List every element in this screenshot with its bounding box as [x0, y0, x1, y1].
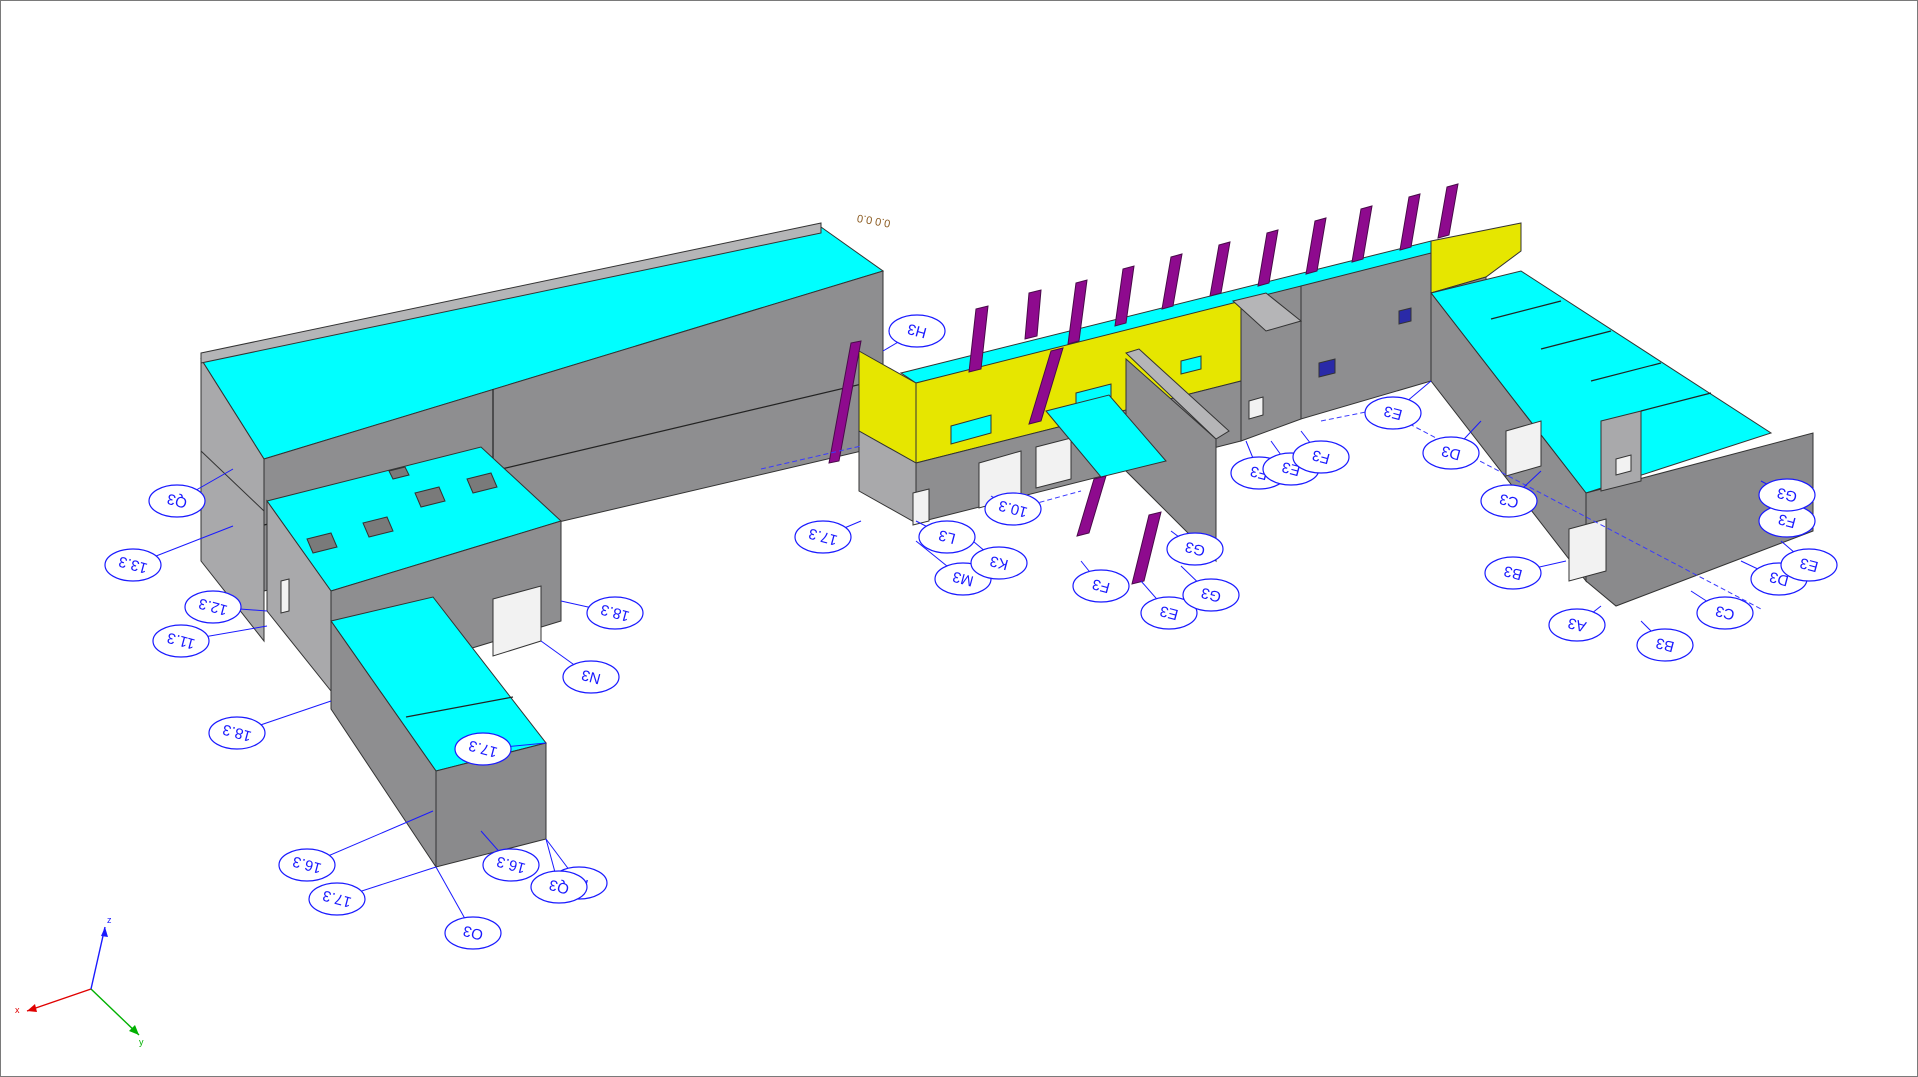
annotation-text: 0.0 0.0: [856, 211, 891, 229]
grid-bubble: G3: [1758, 478, 1816, 512]
grid-bubble: F3: [1072, 560, 1130, 603]
3d-viewport[interactable]: Q313.312.311.318.317.316.317.316.3P3O3Q3…: [0, 0, 1918, 1077]
grid-bubble: G3: [1180, 565, 1240, 612]
door-icon: [280, 578, 290, 614]
column: [1131, 511, 1162, 585]
grid-bubble: C3: [1690, 590, 1754, 630]
column: [1305, 217, 1327, 275]
axis-z-label: z: [107, 915, 112, 925]
grid-bubble: N3: [540, 640, 620, 694]
grid-bubble: B3: [1636, 620, 1694, 662]
door-icon: [912, 488, 930, 526]
center-section: [858, 222, 1522, 563]
column: [1257, 229, 1279, 287]
grid-bubble: 18.3: [560, 596, 644, 630]
door-icon: [1568, 518, 1607, 582]
column: [1209, 241, 1231, 297]
grid-bubble: E3: [1780, 540, 1838, 582]
grid-bubble: O3: [435, 866, 502, 950]
column: [1076, 475, 1107, 537]
column: [1161, 253, 1183, 310]
door-icon: [1505, 420, 1542, 477]
column: [1437, 183, 1459, 239]
column: [1351, 205, 1373, 263]
door-icon: [1035, 437, 1072, 489]
axis-triad: x y z: [15, 915, 144, 1047]
door-icon: [1248, 396, 1264, 420]
axis-x-label: x: [15, 1005, 20, 1015]
grid-bubble: 10.3: [984, 492, 1042, 526]
door-icon: [1615, 454, 1632, 476]
grid-bubble: H3: [882, 314, 946, 352]
right-wing-inner-wall: [1600, 410, 1642, 492]
grid-bubble: 17.3: [794, 520, 862, 554]
axis-y-label: y: [139, 1037, 144, 1047]
building-model[interactable]: Q313.312.311.318.317.316.317.316.3P3O3Q3…: [1, 1, 1917, 1076]
grid-bubble: A3: [1548, 605, 1606, 642]
column: [1399, 193, 1421, 251]
top-annotation: 0.0 0.0: [856, 211, 891, 229]
column: [1024, 289, 1042, 340]
window-icon: [1398, 307, 1412, 325]
grid-bubble: F3: [1292, 430, 1350, 474]
grid-bubble: 18.3: [208, 700, 332, 750]
right-wing: [1430, 270, 1814, 607]
grid-bubble: 11.3: [152, 624, 268, 658]
grid-bubble: B3: [1484, 556, 1567, 590]
